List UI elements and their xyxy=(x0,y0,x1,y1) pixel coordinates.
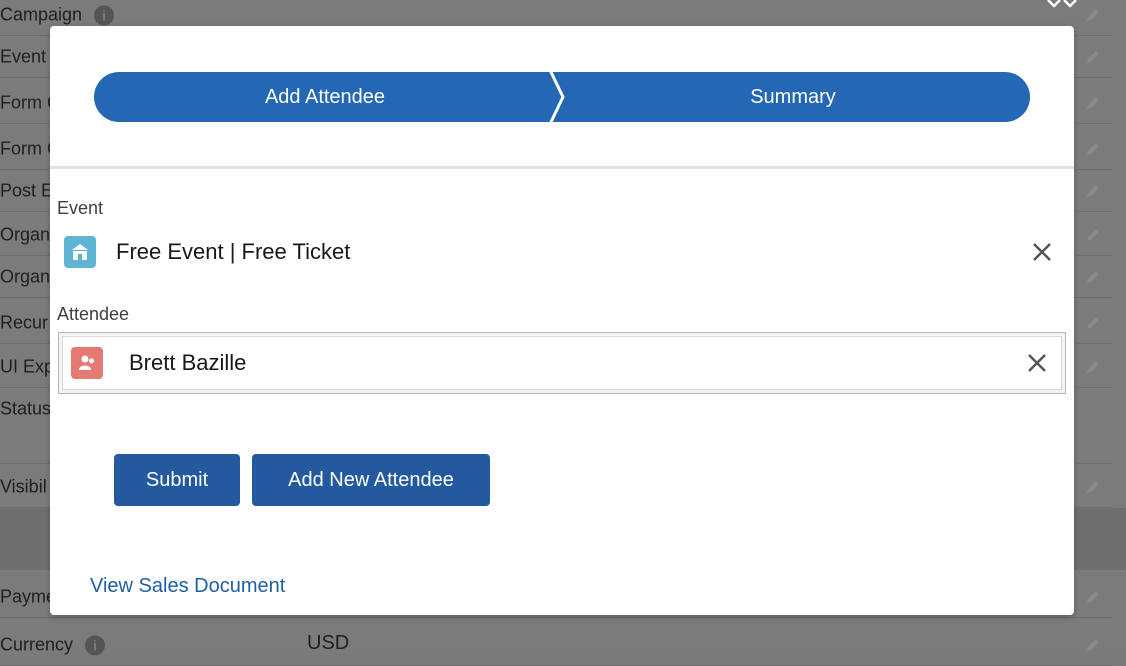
bg-field-label: Organ xyxy=(0,224,51,244)
bg-field-label: Currency xyxy=(0,633,74,654)
event-label: Event xyxy=(57,198,104,218)
attendee-label: Attendee xyxy=(57,304,130,324)
info-icon: i xyxy=(85,635,106,656)
edit-pencil-icon[interactable] xyxy=(1084,140,1102,158)
currency-value: USD xyxy=(307,632,350,654)
edit-pencil-icon[interactable] xyxy=(1084,48,1102,66)
clear-event-icon[interactable] xyxy=(1030,240,1054,264)
attendee-value: Brett Bazille xyxy=(129,350,247,375)
event-value: Free Event | Free Ticket xyxy=(116,239,351,264)
edit-pencil-icon[interactable] xyxy=(1084,588,1102,606)
bg-field-row: Currency i xyxy=(0,624,1112,666)
edit-pencil-icon[interactable] xyxy=(1084,268,1102,286)
path-chevron-separator xyxy=(549,72,565,122)
path-step-summary[interactable]: Summary xyxy=(556,72,1030,122)
bg-field-label: Visibil xyxy=(0,476,47,496)
clear-attendee-icon[interactable] xyxy=(1025,351,1049,375)
bg-field-label: Status xyxy=(0,398,52,419)
attendee-lookup-pill[interactable]: Brett Bazille xyxy=(71,345,1067,381)
edit-pencil-icon[interactable] xyxy=(1084,6,1102,24)
edit-pencil-icon[interactable] xyxy=(1084,636,1102,654)
edit-pencil-icon[interactable] xyxy=(1084,226,1102,244)
bg-field-label: Organ xyxy=(0,266,51,286)
section-divider xyxy=(50,166,1074,169)
view-sales-document-link[interactable]: View Sales Document xyxy=(90,575,285,598)
bg-field-label: UI Exp xyxy=(0,356,55,376)
bg-field-label: Recur xyxy=(0,312,49,332)
info-icon: i xyxy=(94,5,115,26)
path-step-label: Summary xyxy=(750,85,836,108)
edit-pencil-icon[interactable] xyxy=(1084,182,1102,200)
bg-field-label: Campaign xyxy=(0,3,83,24)
event-icon xyxy=(64,236,96,268)
add-new-attendee-button[interactable]: Add New Attendee xyxy=(252,454,490,506)
attendee-lookup-field[interactable]: Brett Bazille xyxy=(58,332,1066,394)
contact-icon xyxy=(71,347,103,379)
add-attendee-modal: Add Attendee Summary Event Free Event | … xyxy=(50,26,1074,615)
event-lookup-pill[interactable]: Free Event | Free Ticket xyxy=(58,234,1066,270)
edit-pencil-icon[interactable] xyxy=(1084,94,1102,112)
bg-field-label: Payme xyxy=(0,586,57,606)
edit-pencil-icon[interactable] xyxy=(1084,478,1102,496)
edit-pencil-icon[interactable] xyxy=(1084,358,1102,376)
path-step-label: Add Attendee xyxy=(264,85,386,108)
submit-button[interactable]: Submit xyxy=(114,454,240,506)
path-step-add-attendee[interactable]: Add Attendee xyxy=(94,72,556,122)
bg-field-label: Event xyxy=(0,46,47,66)
edit-pencil-icon[interactable] xyxy=(1084,314,1102,332)
bg-field-label: Post E xyxy=(0,180,54,200)
path-progress: Add Attendee Summary xyxy=(94,72,1030,122)
